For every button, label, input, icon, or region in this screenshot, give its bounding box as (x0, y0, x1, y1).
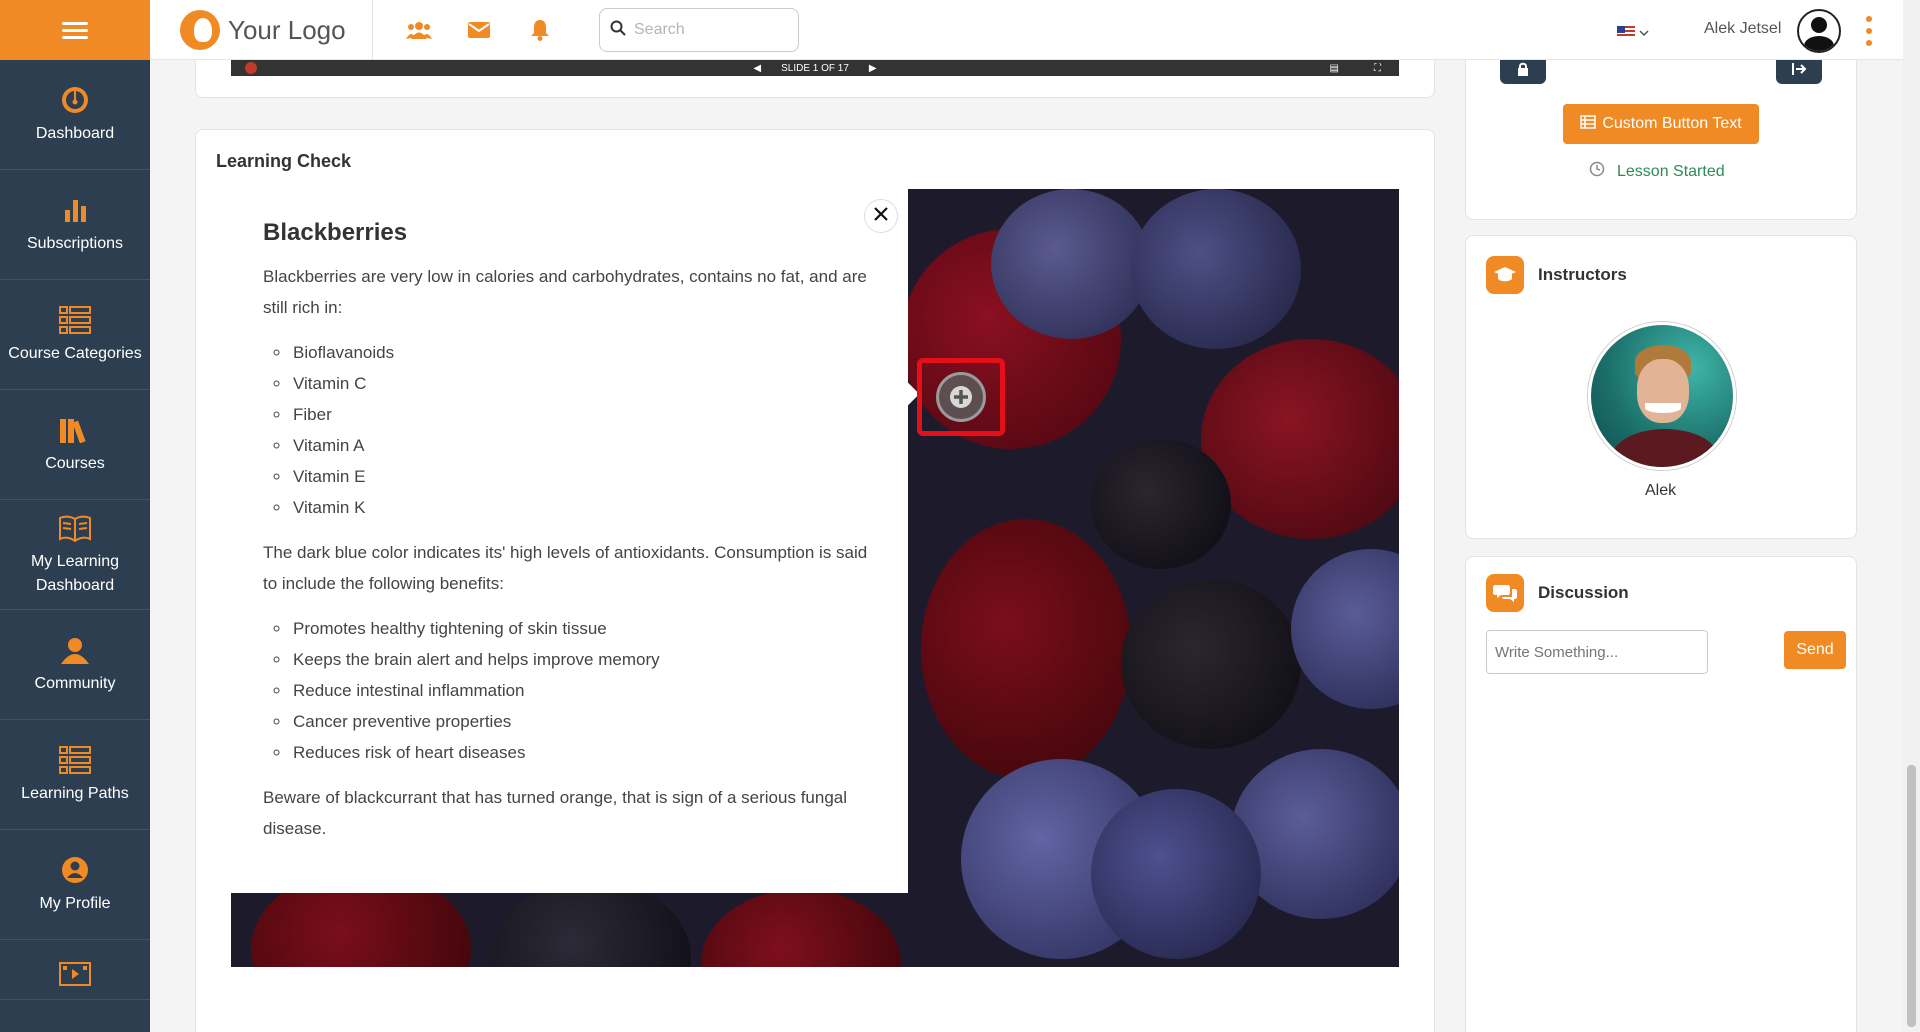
menu-toggle-button[interactable] (0, 0, 150, 60)
logo-mark-icon (180, 10, 220, 50)
list-icon (59, 304, 91, 336)
scrollbar-thumb[interactable] (1907, 765, 1916, 1027)
slide-indicator: SLIDE 1 OF 17 (781, 62, 849, 74)
custom-button[interactable]: Custom Button Text (1563, 104, 1759, 144)
list-item: Vitamin K (291, 492, 876, 523)
community-icon (59, 634, 91, 666)
list-item: Reduce intestinal inflammation (291, 675, 876, 706)
chat-bubbles-icon (1486, 574, 1524, 612)
nutrients-list: Bioflavanoids Vitamin C Fiber Vitamin A … (291, 337, 876, 523)
books-icon (59, 414, 91, 446)
search-icon (610, 20, 626, 41)
sidebar-item-label: Community (34, 674, 116, 692)
sidebar-item-label: Subscriptions (26, 234, 124, 252)
page-scrollbar[interactable] (1903, 0, 1920, 1032)
sidebar-item-label: Courses (45, 454, 105, 472)
slide-player-controls: ◀ SLIDE 1 OF 17 ▶ ▤ ⛶ (231, 60, 1399, 76)
community-icon[interactable] (405, 16, 433, 44)
lock-icon (1516, 62, 1530, 81)
us-flag-icon (1617, 26, 1635, 38)
list-item: Keeps the brain alert and helps improve … (291, 644, 876, 675)
list-item: Promotes healthy tightening of skin tiss… (291, 613, 876, 644)
user-avatar[interactable] (1797, 9, 1841, 53)
sidebar-item-my-profile[interactable]: My Profile (0, 830, 150, 940)
search-input[interactable] (634, 21, 784, 39)
list-item: Vitamin E (291, 461, 876, 492)
custom-button-label: Custom Button Text (1602, 115, 1742, 132)
instructors-title: Instructors (1538, 265, 1627, 284)
list-item: Cancer preventive properties (291, 706, 876, 737)
popup-intro: Blackberries are very low in calories an… (263, 267, 867, 317)
gauge-icon (59, 84, 91, 116)
list-icon (59, 744, 91, 776)
sidebar-item-label: Course Categories (8, 344, 142, 362)
logo-text: Your Logo (228, 14, 346, 45)
popup-heading: Blackberries (263, 219, 408, 246)
notes-icon[interactable]: ▤ (1330, 63, 1339, 74)
bell-icon[interactable] (526, 16, 554, 44)
sidebar-item-learning-paths[interactable]: Learning Paths (0, 720, 150, 830)
bar-chart-icon (59, 194, 91, 226)
exit-button[interactable] (1776, 58, 1822, 84)
send-button[interactable]: Send (1784, 631, 1846, 669)
previous-slide-icon[interactable]: ◀ (753, 63, 761, 74)
top-bar: Your Logo Alek Jetsel (0, 0, 1903, 60)
sidebar-item-community[interactable]: Community (0, 610, 150, 720)
sidebar-item-course-categories[interactable]: Course Categories (0, 280, 150, 390)
sidebar-item-courses[interactable]: Courses (0, 390, 150, 500)
list-icon (1580, 114, 1597, 134)
list-item: Vitamin C (291, 368, 876, 399)
search-box (599, 8, 799, 52)
popup-warning: Beware of blackcurrant that has turned o… (263, 788, 848, 838)
sidebar-item-my-learning-dashboard[interactable]: My Learning Dashboard (0, 500, 150, 610)
close-icon (874, 206, 888, 226)
header-divider (372, 0, 373, 60)
sidebar-item-dashboard[interactable]: Dashboard (0, 60, 150, 170)
lock-button[interactable] (1500, 58, 1546, 84)
benefits-list: Promotes healthy tightening of skin tiss… (291, 613, 876, 768)
discussion-header: Discussion (1486, 574, 1629, 612)
logo[interactable]: Your Logo (180, 10, 346, 50)
graduation-cap-icon (1486, 256, 1524, 294)
discussion-title: Discussion (1538, 583, 1629, 602)
record-icon (245, 62, 257, 74)
hotspot-plus-button[interactable] (936, 372, 986, 422)
next-slide-icon[interactable]: ▶ (869, 63, 877, 74)
hamburger-icon (62, 18, 88, 43)
chevron-down-icon (1639, 23, 1649, 41)
more-menu-button[interactable] (1864, 16, 1874, 46)
discussion-card (1465, 556, 1857, 1032)
instructor-avatar[interactable] (1588, 322, 1736, 470)
fullscreen-icon[interactable]: ⛶ (1374, 63, 1381, 74)
discussion-input[interactable] (1486, 630, 1708, 674)
benefits-intro: The dark blue color indicates its' high … (263, 543, 868, 593)
learning-check-title: Learning Check (216, 151, 352, 171)
sidebar-item-label: Dashboard (35, 124, 115, 142)
sidebar-item-more[interactable] (0, 940, 150, 1000)
list-item: Fiber (291, 399, 876, 430)
film-icon (59, 958, 91, 990)
lesson-status: Lesson Started (1589, 161, 1725, 182)
list-item: Vitamin A (291, 430, 876, 461)
language-selector[interactable] (1617, 23, 1649, 41)
instructors-header: Instructors (1486, 256, 1627, 294)
sidebar: Dashboard Subscriptions Course Categorie… (0, 60, 150, 1032)
user-circle-icon (59, 854, 91, 886)
sign-out-icon (1791, 62, 1807, 81)
instructor-name[interactable]: Alek (1645, 482, 1676, 500)
close-popup-button[interactable] (864, 199, 898, 233)
clock-icon (1589, 161, 1605, 182)
sidebar-item-label: My Profile (39, 894, 111, 912)
open-book-icon (59, 512, 91, 544)
list-item: Bioflavanoids (291, 337, 876, 368)
hotspot-popup: Blackberries Blackberries are very low i… (231, 189, 908, 893)
sidebar-item-subscriptions[interactable]: Subscriptions (0, 170, 150, 280)
user-name[interactable]: Alek Jetsel (1704, 20, 1781, 38)
hotspot-highlight (917, 358, 1005, 436)
list-item: Reduces risk of heart diseases (291, 737, 876, 768)
sidebar-item-label: My Learning Dashboard (30, 552, 120, 594)
sidebar-item-label: Learning Paths (21, 784, 129, 802)
lesson-status-text: Lesson Started (1617, 162, 1725, 180)
mail-icon[interactable] (465, 16, 493, 44)
